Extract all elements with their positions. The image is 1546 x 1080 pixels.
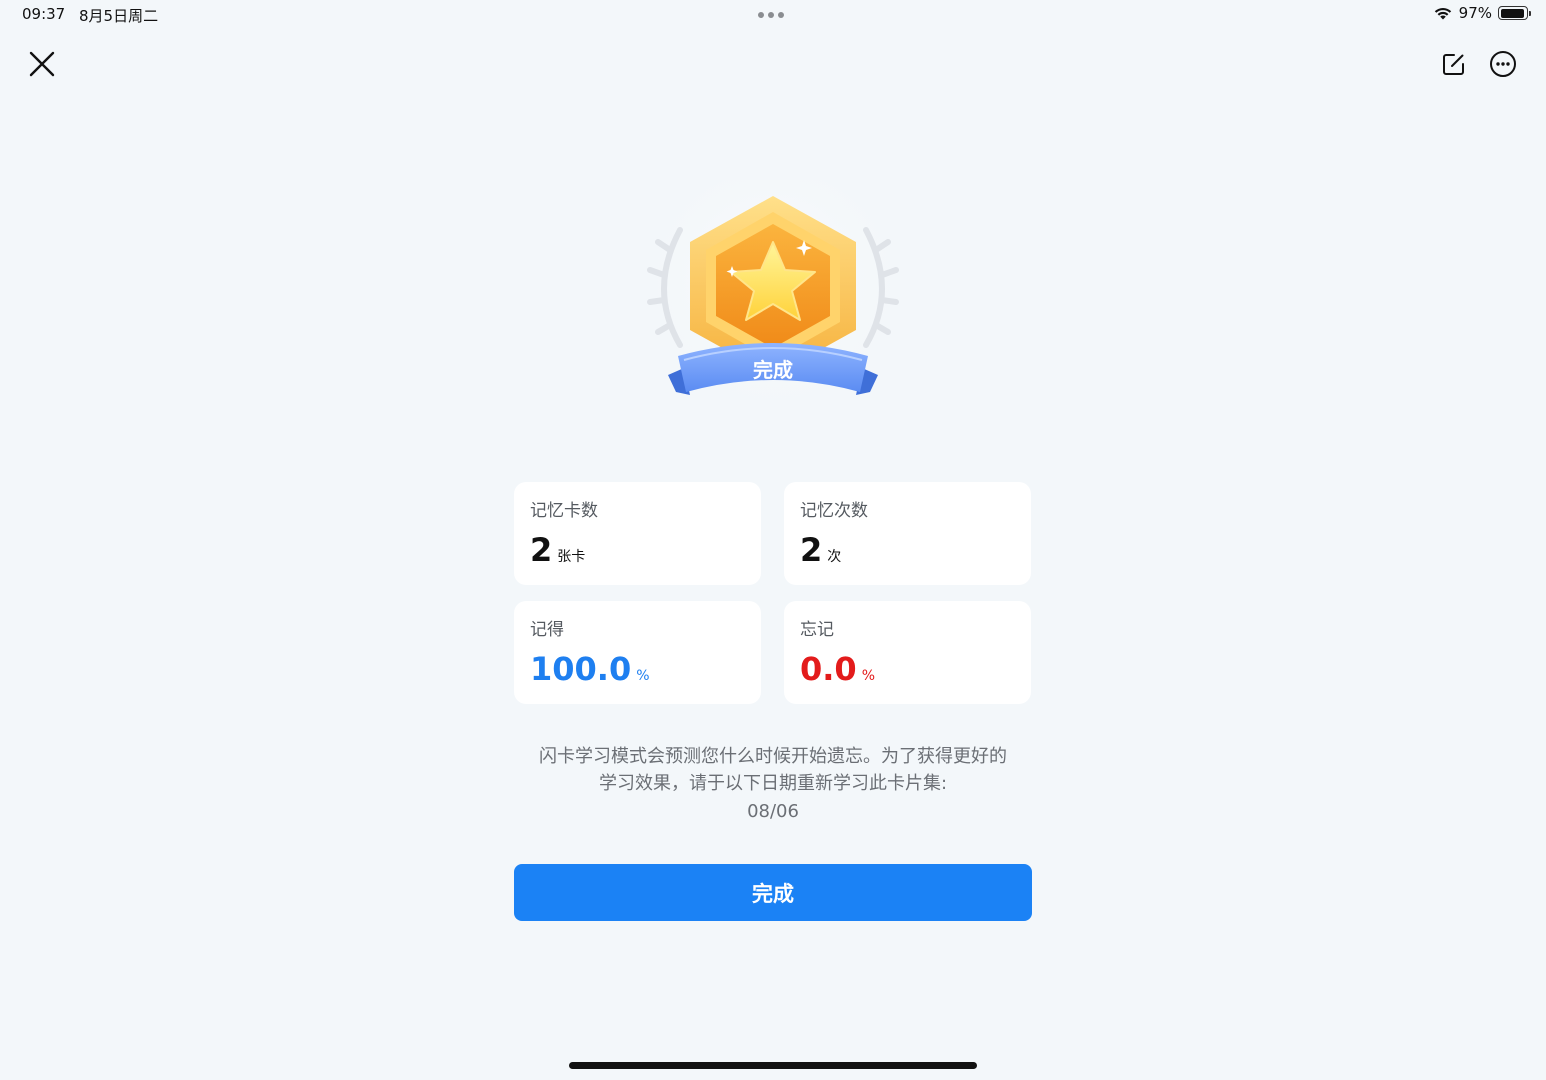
review-hint-line1: 闪卡学习模式会预测您什么时候开始遗忘。为了获得更好的 [539,746,1007,767]
dot-icon [768,12,774,18]
stat-unit: % [636,668,650,684]
review-hint-line2: 学习效果，请于以下日期重新学习此卡片集: [598,773,948,794]
stat-label: 记得 [530,620,564,640]
battery-percent: 97% [1458,4,1492,22]
status-right: 97% [1433,4,1531,22]
wifi-icon [1434,7,1451,19]
done-button[interactable]: 完成 [514,864,1032,921]
multitask-dots[interactable] [758,12,784,18]
stat-value-row: 100.0 % [530,651,745,687]
status-time: 09:37 [22,5,66,23]
close-icon [29,51,55,77]
stat-value-row: 0.0 % [800,651,1015,687]
stat-card-forgot: 忘记 0.0 % [784,601,1031,704]
stat-card-remembered: 记得 100.0 % [514,601,761,704]
review-date: 08/06 [747,801,799,822]
stat-value: 2 [800,531,823,569]
stat-value: 2 [530,531,553,569]
badge-graphic [647,170,899,420]
stat-value: 100.0 [530,650,632,688]
stat-value: 0.0 [800,650,857,688]
more-button[interactable] [1485,46,1521,82]
battery-icon [1498,6,1531,20]
edit-icon [1443,54,1464,75]
status-date: 8月5日周二 [79,7,159,25]
review-hint: 闪卡学习模式会预测您什么时候开始遗忘。为了获得更好的 学习效果，请于以下日期重新… [514,743,1032,797]
stat-value-row: 2 张卡 [530,532,745,568]
more-icon [1490,51,1516,77]
stat-label: 记忆次数 [800,501,868,521]
dot-icon [778,12,784,18]
badge-label: 完成 [753,358,793,382]
stat-card-cards-memorized: 记忆卡数 2 张卡 [514,482,761,585]
stat-label: 记忆卡数 [530,501,598,521]
achievement-badge: 完成 [640,170,906,430]
edit-button[interactable] [1436,46,1472,82]
dot-icon [758,12,764,18]
stat-unit: 次 [827,549,842,565]
stat-unit: 张卡 [557,549,586,565]
stat-value-row: 2 次 [800,532,1015,568]
close-button[interactable] [24,46,60,82]
stat-card-memory-count: 记忆次数 2 次 [784,482,1031,585]
home-indicator[interactable] [569,1062,977,1069]
stat-unit: % [861,668,875,684]
stat-label: 忘记 [800,620,834,640]
